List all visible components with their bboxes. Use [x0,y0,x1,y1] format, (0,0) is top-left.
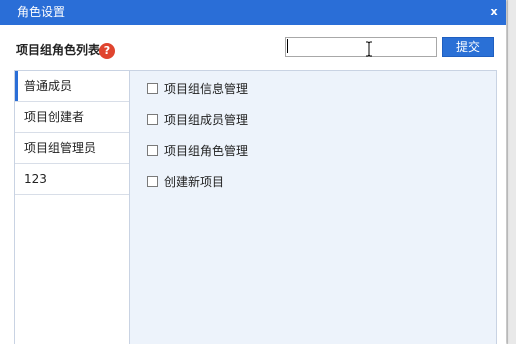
permission-group-roles[interactable]: 项目组角色管理 [147,143,248,159]
checkbox[interactable] [147,114,158,125]
help-icon[interactable]: ? [99,43,115,59]
ibeam-cursor-icon [366,41,372,57]
text-caret [287,39,288,53]
role-item-123[interactable]: 123 [15,164,129,195]
role-panel: 普通成员 项目创建者 项目组管理员 123 项目组信息管理 项目组成员管理 项目… [14,70,497,344]
dialog-title: 角色设置 [17,5,66,19]
permission-group-info[interactable]: 项目组信息管理 [147,81,248,97]
checkbox[interactable] [147,83,158,94]
role-item-group-admin[interactable]: 项目组管理员 [15,133,129,164]
dialog-titlebar: 角色设置 x [0,0,506,25]
checkbox[interactable] [147,145,158,156]
permission-group-members[interactable]: 项目组成员管理 [147,112,248,128]
permission-label: 创建新项目 [164,175,225,189]
background-scroll-edge [507,0,516,344]
permission-label: 项目组角色管理 [164,144,249,158]
role-settings-dialog: 角色设置 x 项目组角色列表 ? 提交 普通成员 项目创建者 项目组管理员 12… [0,0,506,344]
submit-button[interactable]: 提交 [442,37,494,57]
permission-area: 项目组信息管理 项目组成员管理 项目组角色管理 创建新项目 [130,71,496,344]
close-icon[interactable]: x [488,6,500,18]
role-item-regular-member[interactable]: 普通成员 [15,71,129,102]
role-list-heading: 项目组角色列表 [16,43,101,57]
permission-create-project[interactable]: 创建新项目 [147,174,224,190]
permission-label: 项目组成员管理 [164,113,249,127]
role-item-project-creator[interactable]: 项目创建者 [15,102,129,133]
role-list: 普通成员 项目创建者 项目组管理员 123 [15,71,130,344]
role-name-input[interactable] [285,37,437,57]
checkbox[interactable] [147,176,158,187]
permission-label: 项目组信息管理 [164,82,249,96]
